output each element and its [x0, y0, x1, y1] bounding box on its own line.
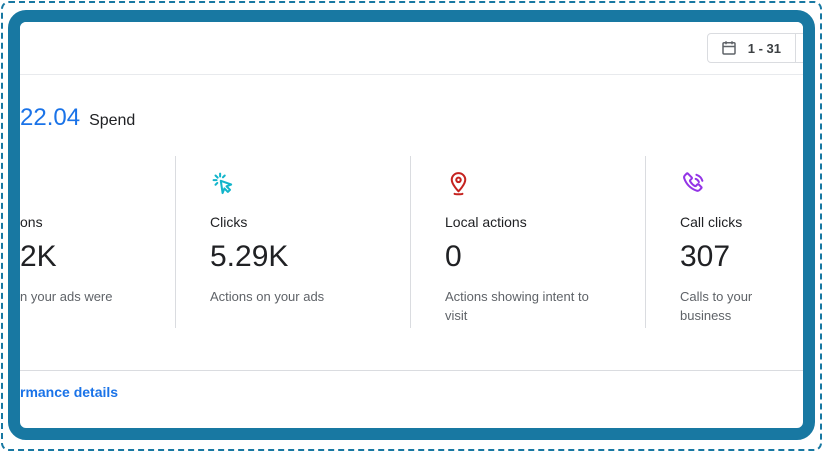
metric-local-actions: Local actions 0 Actions showing intent t… — [445, 150, 635, 326]
performance-details-link[interactable]: rmance details — [20, 384, 118, 400]
metric-divider — [645, 156, 646, 328]
spend-label: Spend — [89, 112, 135, 130]
spend-summary: 22.04 Spend — [20, 104, 135, 132]
date-range-label: 1 - 31 — [748, 41, 781, 56]
phone-waves-icon — [680, 170, 803, 198]
metric-description: Calls to your business — [680, 288, 803, 326]
metric-value: 307 — [680, 240, 803, 274]
metric-icon-slot — [20, 170, 170, 198]
metric-value: 5.29K — [210, 240, 405, 274]
date-range-cutoff-segment — [806, 34, 815, 62]
metric-value: 2K — [20, 240, 170, 274]
metric-description: n your ads were — [20, 288, 170, 307]
calendar-icon — [720, 39, 738, 57]
metric-value: 0 — [445, 240, 635, 274]
metric-description: Actions showing intent to visit — [445, 288, 603, 326]
metric-clicks: Clicks 5.29K Actions on your ads — [210, 150, 405, 307]
metric-impressions: ons 2K n your ads were — [20, 150, 170, 307]
metric-description: Actions on your ads — [210, 288, 405, 307]
metric-call-clicks: Call clicks 307 Calls to your business — [680, 150, 803, 326]
spend-amount: 22.04 — [20, 104, 80, 132]
page-header: 1 - 31 — [20, 22, 803, 75]
date-range-picker[interactable]: 1 - 31 — [707, 33, 815, 63]
metric-label: Call clicks — [680, 214, 803, 230]
metrics-row: ons 2K n your ads were Clicks — [20, 150, 803, 345]
location-pin-icon — [445, 170, 635, 198]
metric-label: Local actions — [445, 214, 635, 230]
footer-divider — [20, 370, 803, 371]
metric-divider — [175, 156, 176, 328]
date-range-divider — [795, 33, 796, 63]
metric-label: ons — [20, 214, 170, 230]
click-icon — [210, 170, 405, 198]
metric-divider — [410, 156, 411, 328]
browser-content-frame: 1 - 31 22.04 Spend ons 2K n your ads wer… — [8, 10, 815, 440]
metric-label: Clicks — [210, 214, 405, 230]
